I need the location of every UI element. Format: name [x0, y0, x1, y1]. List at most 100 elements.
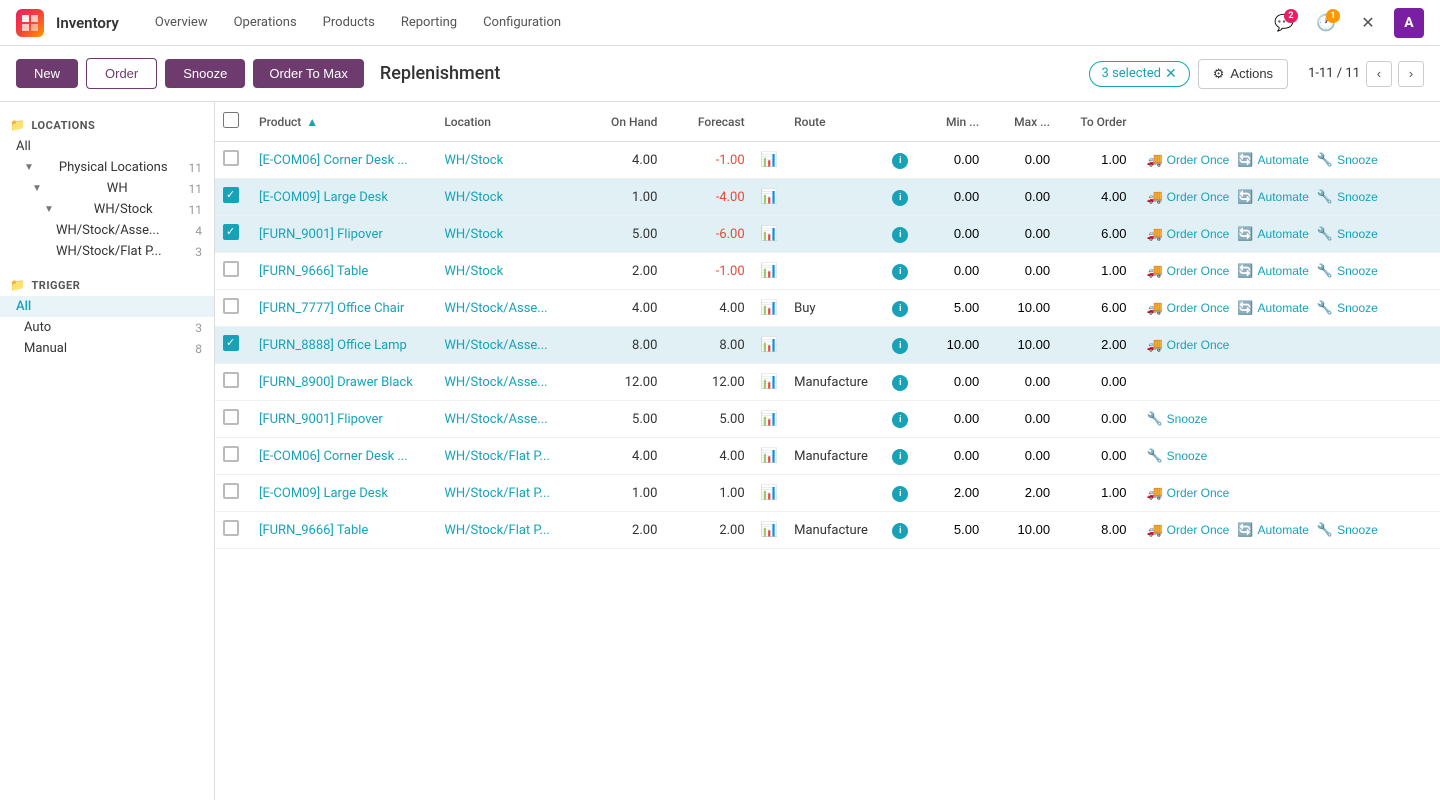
cell-location[interactable]: WH/Stock	[436, 216, 578, 253]
cell-min[interactable]	[916, 475, 987, 512]
cell-chart[interactable]: 📊	[753, 253, 786, 290]
row-checkbox[interactable]	[223, 372, 239, 388]
product-link[interactable]: [E-COM06] Corner Desk ...	[259, 449, 408, 464]
info-icon[interactable]: i	[892, 486, 908, 502]
cell-checkbox[interactable]	[215, 438, 251, 475]
chat-icon-btn[interactable]: 💬 2	[1268, 7, 1300, 39]
cell-checkbox[interactable]	[215, 179, 251, 216]
cell-chart[interactable]: 📊	[753, 179, 786, 216]
cell-location[interactable]: WH/Stock/Asse...	[436, 290, 578, 327]
header-route[interactable]: Route	[786, 102, 884, 142]
info-icon[interactable]: i	[892, 153, 908, 169]
header-toorder[interactable]: To Order	[1058, 102, 1134, 142]
nav-configuration[interactable]: Configuration	[471, 9, 573, 36]
row-checkbox[interactable]	[223, 446, 239, 462]
min-input[interactable]	[931, 522, 979, 537]
toorder-input[interactable]	[1078, 522, 1126, 537]
cell-min[interactable]	[916, 290, 987, 327]
cell-product[interactable]: [E-COM06] Corner Desk ...	[251, 438, 436, 475]
cell-max[interactable]	[987, 512, 1058, 549]
snooze-row-button[interactable]: 🔧Snooze	[1142, 446, 1211, 466]
cell-toorder[interactable]	[1058, 327, 1134, 364]
cell-info[interactable]: i	[884, 475, 916, 512]
cell-location[interactable]: WH/Stock/Flat P...	[436, 512, 578, 549]
header-max[interactable]: Max ...	[987, 102, 1058, 142]
cell-location[interactable]: WH/Stock	[436, 253, 578, 290]
row-checkbox[interactable]	[223, 335, 239, 351]
new-button[interactable]: New	[16, 59, 78, 88]
location-link[interactable]: WH/Stock/Asse...	[444, 412, 547, 427]
cell-location[interactable]: WH/Stock	[436, 142, 578, 179]
chart-icon[interactable]: 📊	[761, 411, 778, 427]
cell-max[interactable]	[987, 290, 1058, 327]
locations-section-title[interactable]: 📁 LOCATIONS	[0, 114, 214, 136]
nav-reporting[interactable]: Reporting	[389, 9, 469, 36]
toorder-input[interactable]	[1078, 485, 1126, 500]
info-icon[interactable]: i	[892, 412, 908, 428]
order-once-button[interactable]: 🚚Order Once	[1142, 150, 1233, 170]
app-logo[interactable]	[16, 9, 44, 37]
cell-chart[interactable]: 📊	[753, 438, 786, 475]
cell-chart[interactable]: 📊	[753, 475, 786, 512]
product-link[interactable]: [FURN_9001] Flipover	[259, 227, 383, 242]
cell-location[interactable]: WH/Stock/Flat P...	[436, 475, 578, 512]
cell-min[interactable]	[916, 512, 987, 549]
location-link[interactable]: WH/Stock/Asse...	[444, 301, 547, 316]
cell-toorder[interactable]	[1058, 179, 1134, 216]
next-page-button[interactable]: ›	[1398, 61, 1424, 87]
location-link[interactable]: WH/Stock/Flat P...	[444, 523, 550, 538]
order-once-button[interactable]: 🚚Order Once	[1142, 520, 1233, 540]
location-link[interactable]: WH/Stock/Asse...	[444, 338, 547, 353]
sidebar-item-whstock-asse[interactable]: WH/Stock/Asse... 4	[0, 220, 214, 241]
cell-max[interactable]	[987, 253, 1058, 290]
chart-icon[interactable]: 📊	[761, 337, 778, 353]
cell-min[interactable]	[916, 438, 987, 475]
snooze-row-button[interactable]: 🔧Snooze	[1313, 520, 1382, 540]
cell-info[interactable]: i	[884, 327, 916, 364]
cell-product[interactable]: [E-COM09] Large Desk	[251, 475, 436, 512]
cell-min[interactable]	[916, 253, 987, 290]
cell-chart[interactable]: 📊	[753, 401, 786, 438]
sidebar-item-all[interactable]: All	[0, 136, 214, 157]
chart-icon[interactable]: 📊	[761, 374, 778, 390]
row-checkbox[interactable]	[223, 261, 239, 277]
cell-checkbox[interactable]	[215, 401, 251, 438]
cell-info[interactable]: i	[884, 290, 916, 327]
snooze-row-button[interactable]: 🔧Snooze	[1313, 150, 1382, 170]
cell-min[interactable]	[916, 401, 987, 438]
cell-checkbox[interactable]	[215, 475, 251, 512]
automate-button[interactable]: 🔄Automate	[1233, 187, 1313, 207]
cell-location[interactable]: WH/Stock/Asse...	[436, 327, 578, 364]
chart-icon[interactable]: 📊	[761, 300, 778, 316]
product-link[interactable]: [FURN_9666] Table	[259, 264, 368, 279]
chart-icon[interactable]: 📊	[761, 448, 778, 464]
cell-info[interactable]: i	[884, 364, 916, 401]
order-once-button[interactable]: 🚚Order Once	[1142, 335, 1233, 355]
min-input[interactable]	[931, 263, 979, 278]
chart-icon[interactable]: 📊	[761, 152, 778, 168]
automate-button[interactable]: 🔄Automate	[1233, 150, 1313, 170]
snooze-row-button[interactable]: 🔧Snooze	[1313, 298, 1382, 318]
info-icon[interactable]: i	[892, 375, 908, 391]
cell-toorder[interactable]	[1058, 216, 1134, 253]
cell-min[interactable]	[916, 364, 987, 401]
snooze-button[interactable]: Snooze	[165, 59, 245, 88]
cell-product[interactable]: [FURN_9666] Table	[251, 253, 436, 290]
cell-max[interactable]	[987, 216, 1058, 253]
snooze-row-button[interactable]: 🔧Snooze	[1142, 409, 1211, 429]
toorder-input[interactable]	[1078, 226, 1126, 241]
automate-button[interactable]: 🔄Automate	[1233, 224, 1313, 244]
order-once-button[interactable]: 🚚Order Once	[1142, 298, 1233, 318]
toorder-input[interactable]	[1078, 300, 1126, 315]
cell-checkbox[interactable]	[215, 216, 251, 253]
cell-toorder[interactable]	[1058, 290, 1134, 327]
cell-product[interactable]: [FURN_9001] Flipover	[251, 401, 436, 438]
cell-info[interactable]: i	[884, 512, 916, 549]
row-checkbox[interactable]	[223, 483, 239, 499]
cell-product[interactable]: [FURN_8900] Drawer Black	[251, 364, 436, 401]
cell-min[interactable]	[916, 216, 987, 253]
info-icon[interactable]: i	[892, 449, 908, 465]
product-link[interactable]: [FURN_8900] Drawer Black	[259, 375, 413, 390]
sidebar-item-wh[interactable]: ▼ WH 11	[0, 178, 214, 199]
cell-checkbox[interactable]	[215, 253, 251, 290]
